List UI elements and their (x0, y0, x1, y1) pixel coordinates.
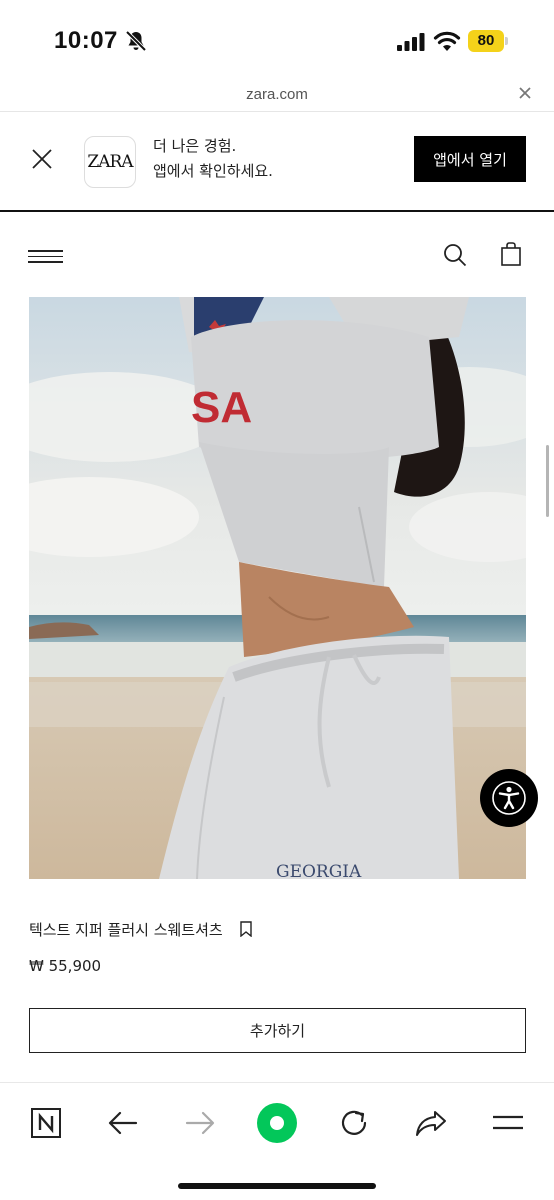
print-text: GEORGIA (276, 862, 362, 879)
forward-icon (185, 1111, 215, 1135)
url-domain[interactable]: zara.com (0, 86, 554, 103)
product-name-row: 텍스트 지퍼 플러시 스웨트셔츠 (29, 918, 253, 940)
forward-button[interactable] (178, 1101, 222, 1145)
battery-indicator: 80 (468, 30, 508, 52)
naver-home-button[interactable] (24, 1101, 68, 1145)
logo-text: ZARA (87, 152, 133, 172)
zara-app-logo: ZARA (84, 136, 136, 188)
back-button[interactable] (101, 1101, 145, 1145)
banner-line-1: 더 나은 경험. (153, 137, 237, 155)
share-button[interactable] (409, 1101, 453, 1145)
browser-toolbar (0, 1082, 554, 1200)
scroll-indicator[interactable] (546, 445, 549, 517)
reload-button[interactable] (332, 1101, 376, 1145)
reload-icon (341, 1110, 367, 1135)
product-photo: SA GEORGIA (29, 297, 526, 879)
banner-text: 더 나은 경험. 앱에서 확인하세요. (153, 134, 273, 184)
battery-cap (505, 37, 508, 45)
wifi-icon (433, 31, 461, 51)
svg-text:SA: SA (191, 383, 252, 432)
status-time: 10:07 (54, 27, 118, 54)
url-bar[interactable]: zara.com (0, 82, 554, 112)
bookmark-icon[interactable] (239, 921, 253, 937)
open-in-app-button[interactable]: 앱에서 열기 (414, 136, 526, 182)
share-icon (416, 1111, 446, 1136)
banner-line-2: 앱에서 확인하세요. (153, 162, 273, 180)
accessibility-icon (492, 781, 526, 815)
close-icon[interactable] (518, 86, 532, 100)
bell-slash-icon (125, 30, 147, 52)
product-price: ₩ 55,900 (29, 957, 102, 975)
product-image[interactable]: SA GEORGIA (29, 297, 526, 879)
naver-home-icon (31, 1108, 61, 1138)
shopping-bag-icon[interactable] (500, 242, 522, 266)
search-icon[interactable] (443, 243, 467, 267)
record-button[interactable] (255, 1101, 299, 1145)
menu-button[interactable] (486, 1101, 530, 1145)
accessibility-button[interactable] (480, 769, 538, 827)
home-indicator[interactable] (178, 1183, 376, 1189)
status-bar: 10:07 80 (0, 0, 554, 82)
add-to-cart-button[interactable]: 추가하기 (29, 1008, 526, 1053)
back-icon (108, 1111, 138, 1135)
site-header (0, 214, 554, 296)
record-icon (257, 1103, 297, 1143)
battery-level: 80 (468, 30, 504, 52)
menu-icon[interactable] (28, 250, 63, 264)
product-name[interactable]: 텍스트 지퍼 플러시 스웨트셔츠 (29, 919, 223, 940)
close-banner-icon[interactable] (32, 149, 52, 169)
app-banner: ZARA 더 나은 경험. 앱에서 확인하세요. 앱에서 열기 (0, 112, 554, 212)
cellular-signal-icon (397, 33, 425, 51)
menu-icon (493, 1115, 523, 1130)
